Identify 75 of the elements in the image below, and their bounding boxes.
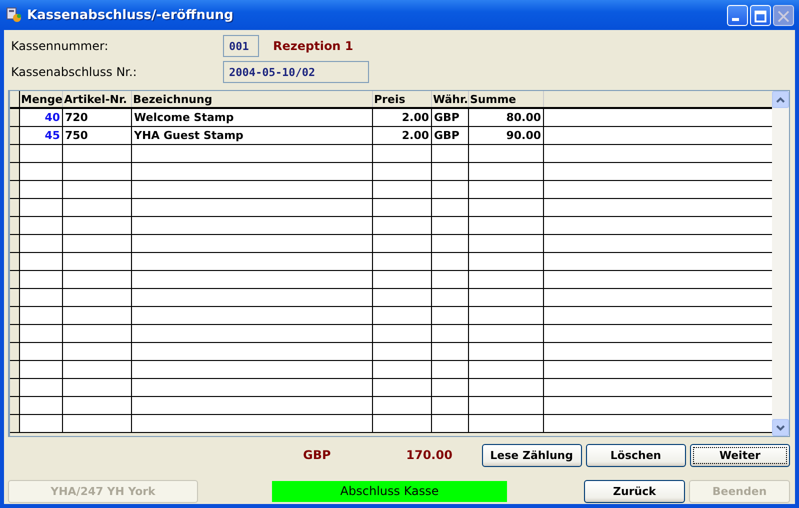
empty-row[interactable]: [10, 217, 772, 235]
row-header[interactable]: [10, 415, 20, 432]
table-cell: GBP: [432, 109, 469, 126]
row-header[interactable]: [10, 253, 20, 270]
column-header[interactable]: Menge: [20, 91, 63, 107]
maximize-button[interactable]: [750, 4, 771, 26]
action-button[interactable]: Weiter: [690, 444, 790, 466]
minimize-button[interactable]: [727, 4, 748, 26]
table-cell: 720: [63, 109, 132, 126]
row-header[interactable]: [10, 163, 20, 180]
field-label: Kassenabschluss Nr.:: [10, 65, 138, 79]
row-header[interactable]: [10, 325, 20, 342]
field-label: Kassennummer:: [10, 39, 110, 53]
column-header[interactable]: Bezeichnung: [132, 91, 373, 107]
close-button[interactable]: [773, 4, 794, 26]
empty-row[interactable]: [10, 181, 772, 199]
register-number-field[interactable]: 001: [223, 35, 259, 57]
row-header[interactable]: [10, 307, 20, 324]
row-header[interactable]: [10, 181, 20, 198]
table-row[interactable]: 40 720 Welcome Stamp 2.00 GBP 80.00: [10, 109, 772, 127]
column-header[interactable]: Artikel-Nr.: [63, 91, 132, 107]
table-cell: 45: [20, 127, 63, 144]
empty-row[interactable]: [10, 325, 772, 343]
row-header[interactable]: [10, 379, 20, 396]
row-header[interactable]: [10, 397, 20, 414]
total-amount: 170.00: [406, 448, 454, 462]
closing-number-field[interactable]: 2004-05-10/02: [223, 61, 369, 83]
table-cell: 90.00: [469, 127, 544, 144]
row-header[interactable]: [10, 235, 20, 252]
empty-row[interactable]: [10, 379, 772, 397]
minimize-icon: [732, 18, 739, 20]
empty-row[interactable]: [10, 307, 772, 325]
app-icon: [6, 7, 22, 23]
empty-row[interactable]: [10, 145, 772, 163]
action-button[interactable]: Löschen: [586, 444, 686, 466]
table-cell: YHA Guest Stamp: [132, 127, 373, 144]
action-button[interactable]: Zurück: [584, 480, 685, 502]
total-currency: GBP: [303, 448, 332, 462]
table-row[interactable]: 45 750 YHA Guest Stamp 2.00 GBP 90.00: [10, 127, 772, 145]
empty-row[interactable]: [10, 361, 772, 379]
row-header[interactable]: [10, 127, 20, 144]
empty-row[interactable]: [10, 397, 772, 415]
row-header[interactable]: [10, 145, 20, 162]
row-header[interactable]: [10, 109, 20, 126]
empty-row[interactable]: [10, 199, 772, 217]
table-cell: GBP: [432, 127, 469, 144]
empty-row[interactable]: [10, 235, 772, 253]
row-header[interactable]: [10, 271, 20, 288]
empty-row[interactable]: [10, 253, 772, 271]
empty-row[interactable]: [10, 163, 772, 181]
table-cell: 40: [20, 109, 63, 126]
column-header[interactable]: Preis: [373, 91, 432, 107]
table-cell: 80.00: [469, 109, 544, 126]
row-header[interactable]: [10, 361, 20, 378]
table-cell: Welcome Stamp: [132, 109, 373, 126]
column-header[interactable]: Summe: [469, 91, 544, 107]
register-name: Rezeption 1: [273, 39, 354, 53]
empty-row[interactable]: [10, 271, 772, 289]
action-button[interactable]: Lese Zählung: [482, 444, 582, 466]
table-cell: 2.00: [373, 127, 432, 144]
empty-row[interactable]: [10, 289, 772, 307]
row-header[interactable]: [10, 289, 20, 306]
scroll-down-icon[interactable]: [772, 419, 789, 436]
window-title: Kassenabschluss/-eröffnung: [27, 8, 234, 22]
table-cell: 750: [63, 127, 132, 144]
row-header[interactable]: [10, 217, 20, 234]
row-header[interactable]: [10, 343, 20, 360]
status-indicator: Abschluss Kasse: [272, 480, 507, 502]
vertical-scrollbar[interactable]: [772, 91, 789, 436]
table-cell: 2.00: [373, 109, 432, 126]
scroll-up-icon[interactable]: [772, 91, 789, 108]
empty-row[interactable]: [10, 415, 772, 433]
column-header[interactable]: Währ.: [432, 91, 469, 107]
row-header[interactable]: [10, 199, 20, 216]
empty-row[interactable]: [10, 343, 772, 361]
